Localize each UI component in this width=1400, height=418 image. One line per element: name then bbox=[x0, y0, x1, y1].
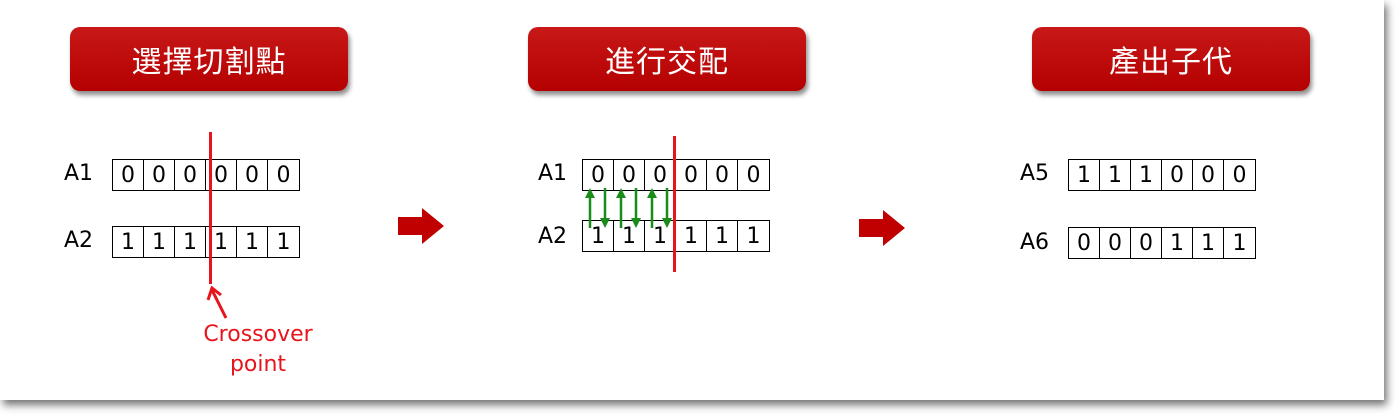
gene-cell: 1 bbox=[707, 221, 738, 251]
crossover-point-label: Crossover point bbox=[188, 320, 328, 380]
next-step-arrow bbox=[398, 208, 444, 244]
chromosome-bits: 1 1 1 0 0 0 bbox=[1068, 159, 1256, 191]
chromosome-bits: 0 0 0 0 0 0 bbox=[112, 159, 300, 191]
chromosome-bits: 1 1 1 1 1 1 bbox=[112, 226, 300, 258]
gene-cell: 0 bbox=[1193, 160, 1224, 190]
next-step-arrow bbox=[859, 210, 905, 246]
step-title: 進行交配 bbox=[605, 45, 729, 80]
gene-cell: 0 bbox=[144, 160, 175, 190]
gene-cell: 0 bbox=[113, 160, 144, 190]
gene-cell: 1 bbox=[237, 227, 268, 257]
crossover-label-line1: Crossover bbox=[203, 322, 313, 347]
diagram-canvas: 選擇切割點 進行交配 產出子代 A1 0 0 0 0 0 0 A2 1 1 1 … bbox=[0, 0, 1384, 400]
chromosome-label: A1 bbox=[64, 161, 94, 186]
gene-cell: 1 bbox=[276, 229, 291, 255]
gene-cell: 1 bbox=[144, 227, 175, 257]
crossover-pointer-arrow bbox=[206, 285, 228, 319]
chromosome-label: A5 bbox=[1020, 161, 1050, 186]
chromosome-label: A2 bbox=[64, 228, 94, 253]
gene-cell: 1 bbox=[1232, 230, 1247, 256]
step-header-crossover: 進行交配 bbox=[528, 27, 806, 91]
gene-cell: 1 bbox=[1131, 160, 1162, 190]
gene-cell: 0 bbox=[175, 160, 206, 190]
gene-cell: 0 bbox=[276, 162, 291, 188]
crossover-label-line2: point bbox=[229, 352, 287, 377]
step-title: 選擇切割點 bbox=[131, 45, 287, 80]
gene-cell: 0 bbox=[1100, 228, 1131, 258]
gene-cell: 1 bbox=[113, 227, 144, 257]
gene-cell: 0 bbox=[1162, 160, 1193, 190]
step-header-offspring: 產出子代 bbox=[1032, 27, 1310, 91]
gene-cell: 0 bbox=[237, 160, 268, 190]
step-title: 產出子代 bbox=[1109, 45, 1233, 80]
gene-cell: 1 bbox=[1193, 228, 1224, 258]
chromosome-bits: 0 0 0 1 1 1 bbox=[1068, 227, 1256, 259]
gene-cell: 0 bbox=[707, 160, 738, 190]
chromosome-label: A1 bbox=[538, 161, 568, 186]
gene-cell: 1 bbox=[1100, 160, 1131, 190]
gene-cell: 1 bbox=[746, 223, 761, 249]
crossover-cut-line bbox=[209, 132, 212, 284]
gene-cell: 0 bbox=[1232, 162, 1247, 188]
gene-swap-arrows bbox=[585, 188, 672, 228]
gene-cell: 0 bbox=[1069, 228, 1100, 258]
chromosome-label: A6 bbox=[1020, 230, 1050, 255]
chromosome-label: A2 bbox=[538, 224, 568, 249]
gene-cell: 1 bbox=[1162, 228, 1193, 258]
step-header-select-cut: 選擇切割點 bbox=[70, 27, 348, 91]
gene-cell: 1 bbox=[1069, 160, 1100, 190]
gene-cell: 0 bbox=[1131, 228, 1162, 258]
gene-cell: 0 bbox=[746, 162, 761, 188]
gene-cell: 1 bbox=[175, 227, 206, 257]
